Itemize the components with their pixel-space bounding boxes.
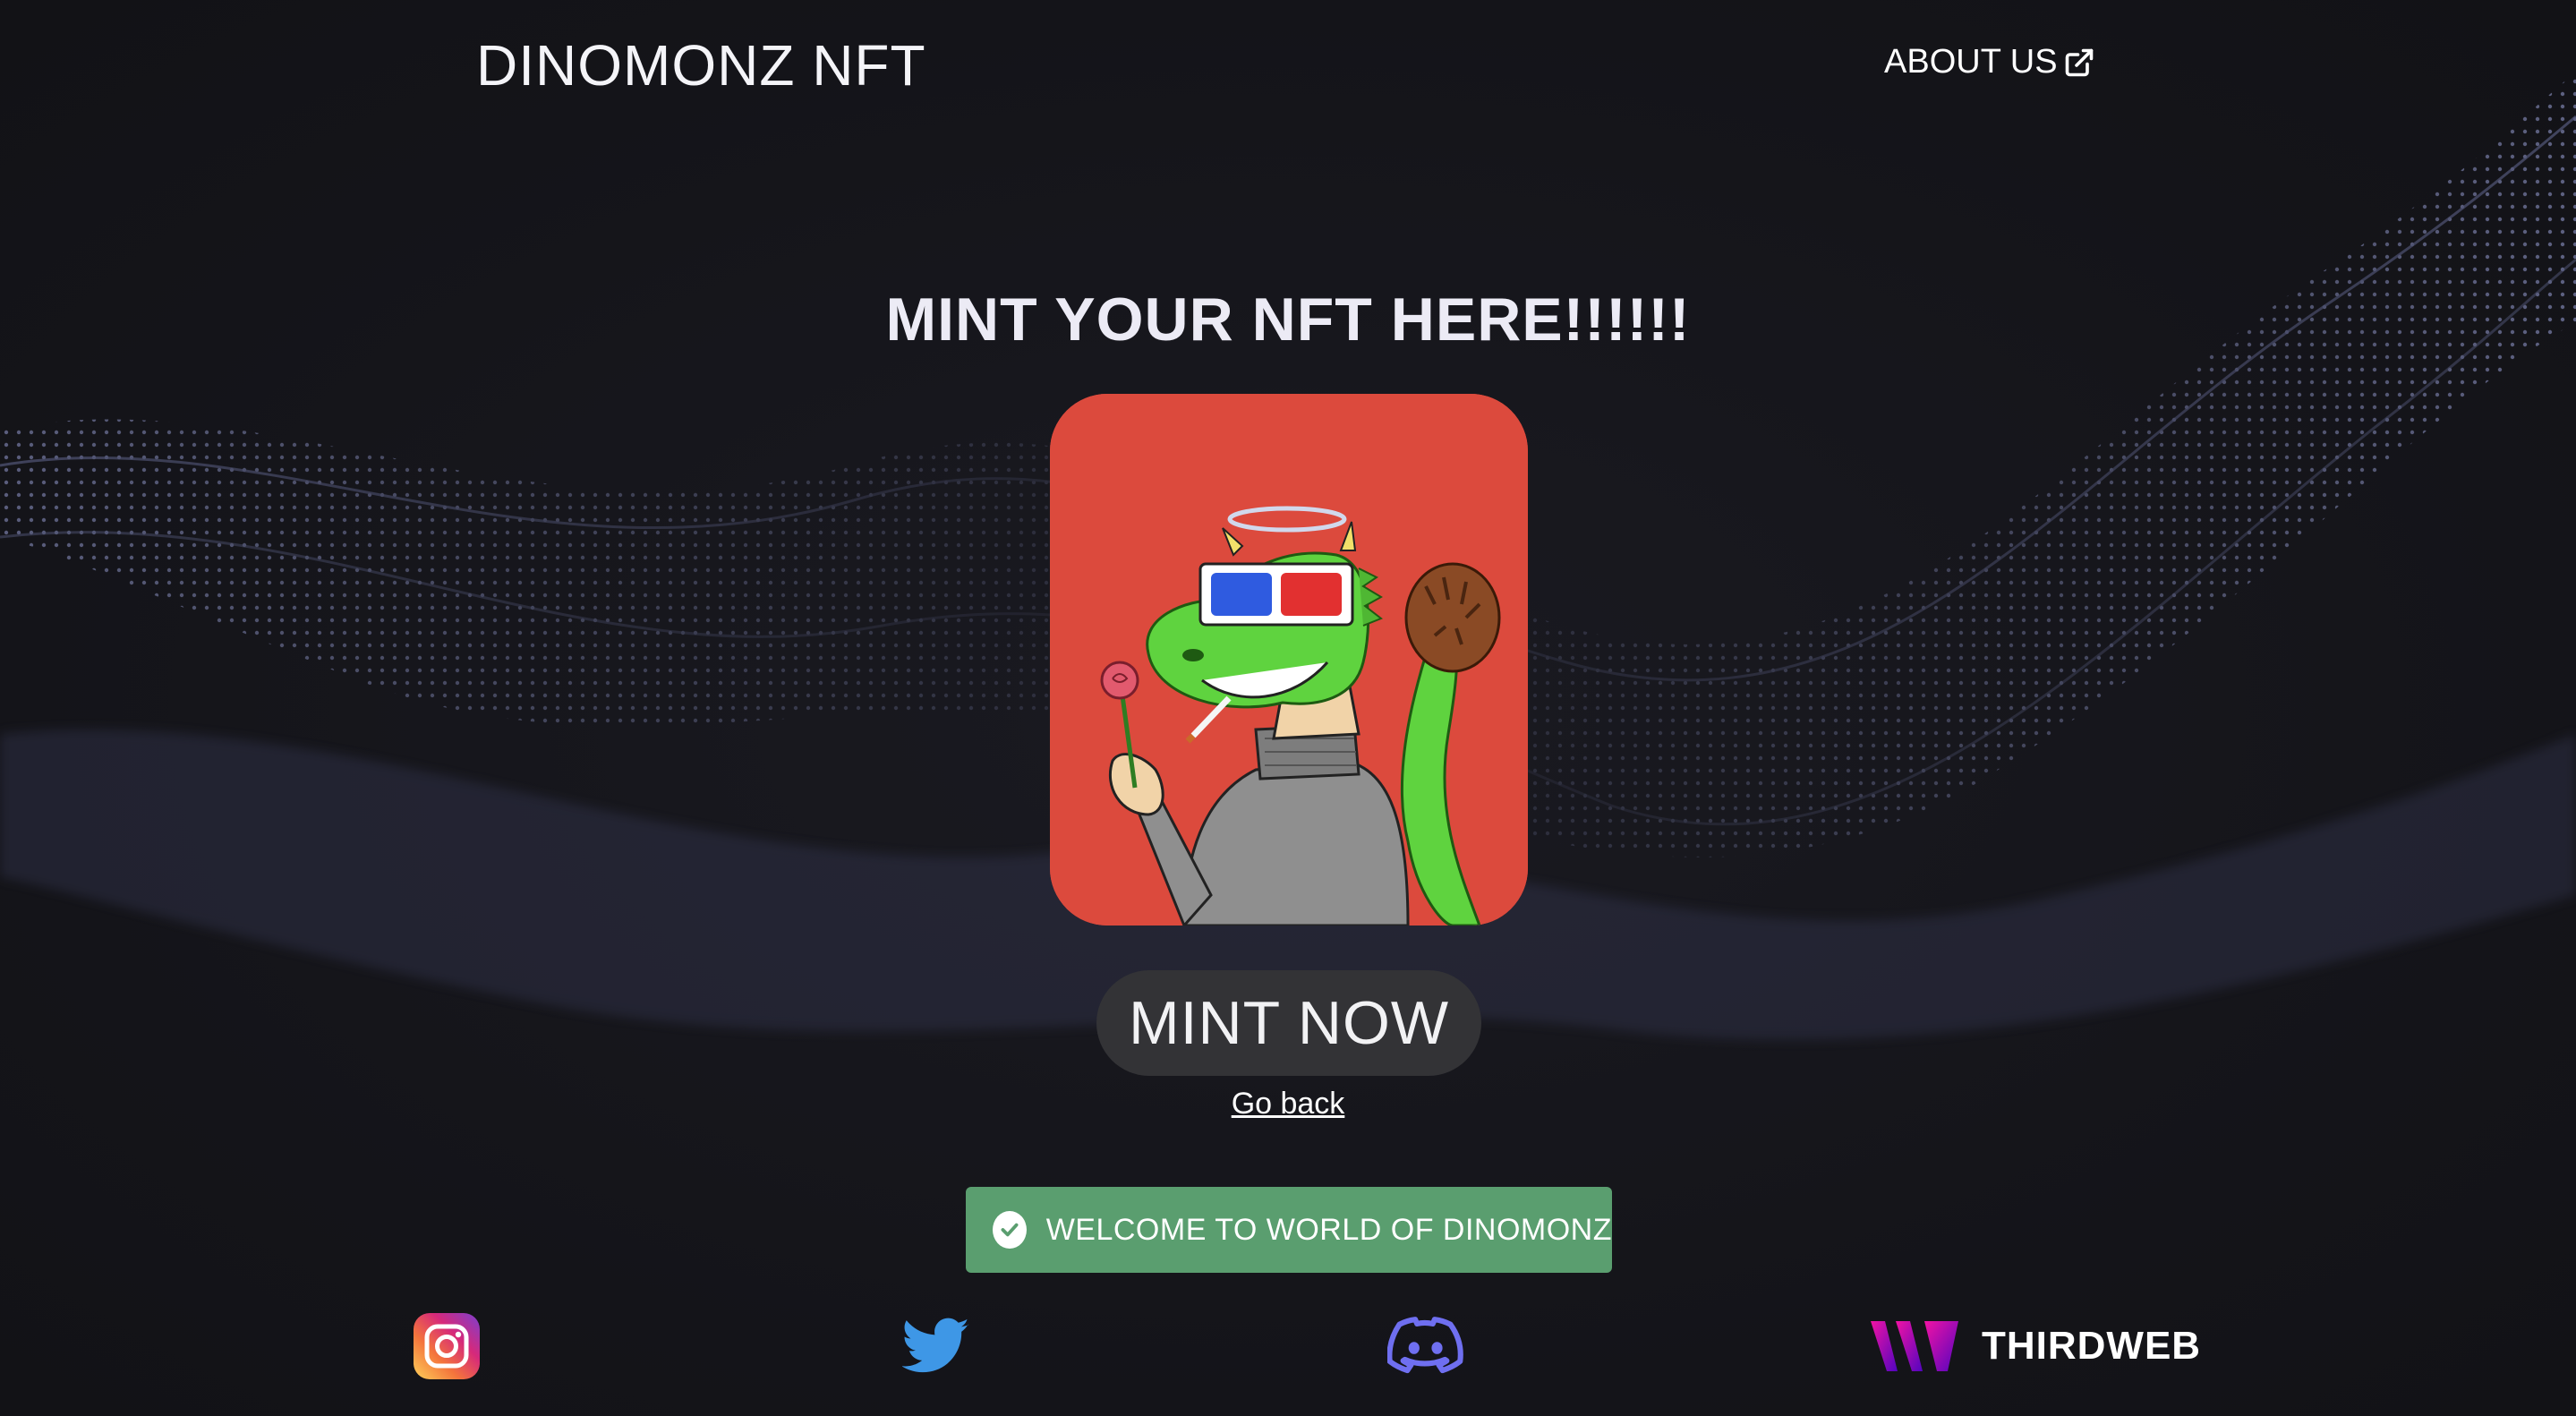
- check-circle-icon: [993, 1211, 1027, 1249]
- go-back-link[interactable]: Go back: [1232, 1087, 1345, 1121]
- external-link-icon: [2065, 48, 2093, 76]
- go-back-container: Go back: [0, 1087, 2576, 1122]
- site-title: DINOMONZ NFT: [476, 33, 926, 98]
- mint-headline: MINT YOUR NFT HERE!!!!!!: [885, 286, 1691, 354]
- thirdweb-label: THIRDWEB: [1982, 1324, 2202, 1368]
- about-us-link[interactable]: ABOUT US: [1884, 43, 2095, 81]
- instagram-link[interactable]: [414, 1310, 480, 1382]
- instagram-icon: [414, 1313, 480, 1379]
- twitter-link[interactable]: [902, 1310, 970, 1382]
- toast-message: WELCOME TO WORLD OF DINOMONZ: [1045, 1212, 1612, 1247]
- twitter-icon: [902, 1318, 969, 1373]
- discord-link[interactable]: [1387, 1310, 1464, 1382]
- thirdweb-link[interactable]: THIRDWEB: [1871, 1310, 2201, 1382]
- mint-page: DINOMONZ NFT ABOUT US MINT YOUR NFT HERE…: [0, 0, 2576, 1416]
- about-us-label: ABOUT US: [1884, 43, 2058, 81]
- nft-preview-image: [1050, 394, 1528, 926]
- dinosaur-illustration: [1050, 394, 1528, 926]
- discord-icon: [1387, 1317, 1463, 1374]
- mint-now-button[interactable]: MINT NOW: [1096, 970, 1481, 1076]
- welcome-toast: WELCOME TO WORLD OF DINOMONZ: [966, 1187, 1612, 1273]
- thirdweb-logo-icon: [1871, 1321, 1958, 1371]
